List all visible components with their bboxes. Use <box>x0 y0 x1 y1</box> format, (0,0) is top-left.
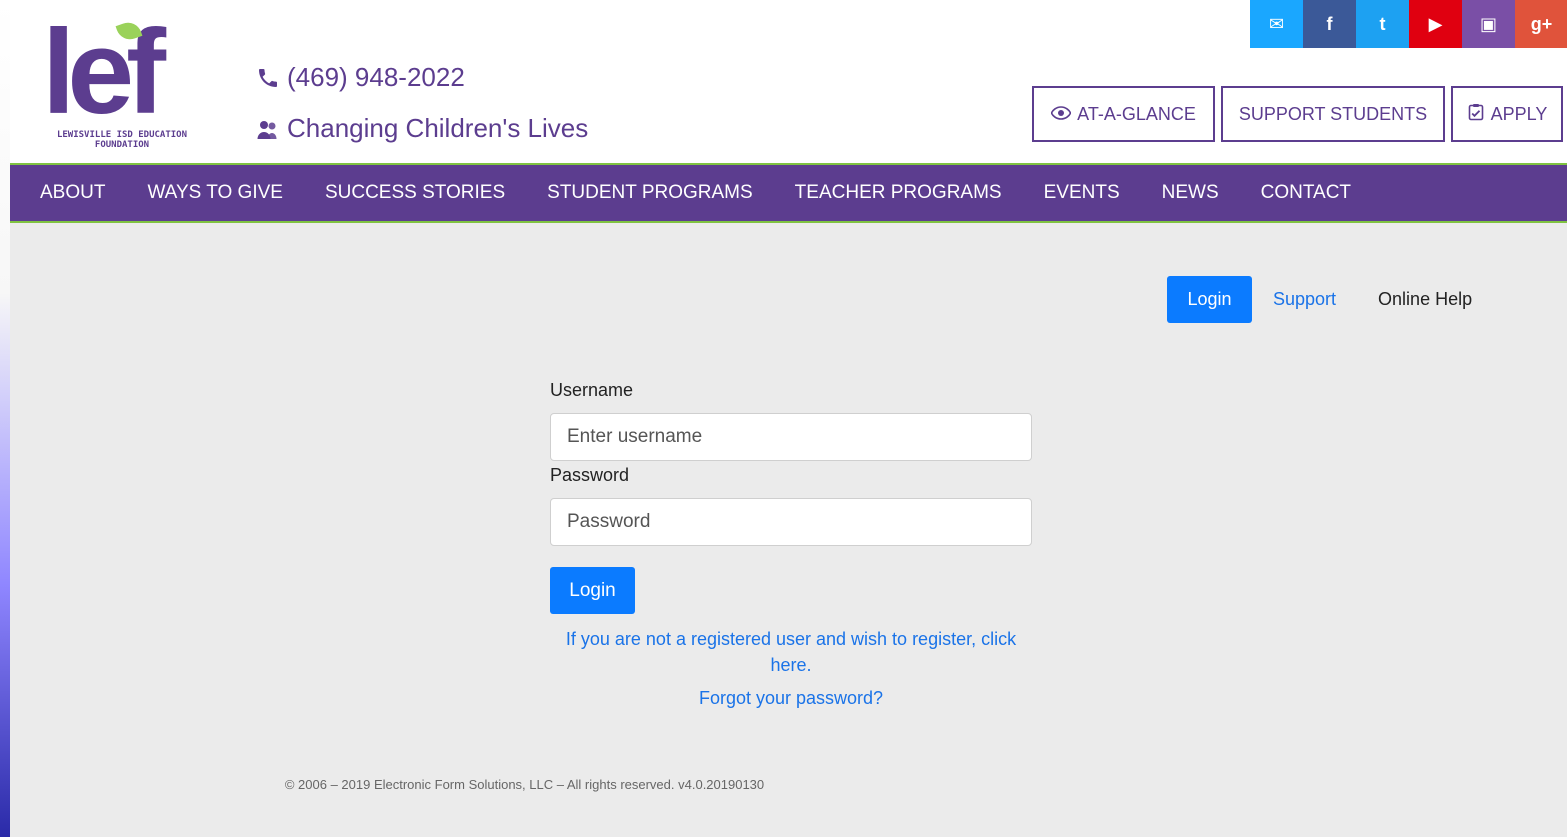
login-button[interactable]: Login <box>550 567 635 614</box>
apply-button[interactable]: APPLY <box>1451 86 1563 142</box>
forgot-password-link[interactable]: Forgot your password? <box>550 688 1032 709</box>
youtube-icon[interactable]: ▶ <box>1409 0 1462 48</box>
nav-teacher-programs[interactable]: TEACHER PROGRAMS <box>795 182 1002 204</box>
at-a-glance-button[interactable]: AT-A-GLANCE <box>1032 86 1215 142</box>
tagline: Changing Children's Lives <box>255 113 588 144</box>
nav-events[interactable]: EVENTS <box>1044 182 1120 204</box>
username-input[interactable] <box>550 413 1032 461</box>
phone-number: (469) 948-2022 <box>287 62 465 92</box>
clipboard-check-icon <box>1467 103 1485 126</box>
footer-copyright: © 2006 – 2019 Electronic Form Solutions,… <box>284 777 765 792</box>
online-help-link[interactable]: Online Help <box>1378 289 1472 310</box>
google-plus-icon[interactable]: g+ <box>1515 0 1567 48</box>
nav-about[interactable]: ABOUT <box>40 182 105 204</box>
people-icon <box>255 116 281 142</box>
apply-label: APPLY <box>1490 103 1548 124</box>
phone-line[interactable]: (469) 948-2022 <box>255 62 465 93</box>
main-nav: ABOUT WAYS TO GIVE SUCCESS STORIES STUDE… <box>10 163 1567 223</box>
register-link[interactable]: If you are not a registered user and wis… <box>550 626 1032 678</box>
logo[interactable]: lef LEWISVILLE ISD EDUCATION FOUNDATION <box>30 12 210 152</box>
eye-icon <box>1050 104 1072 125</box>
header: lef LEWISVILLE ISD EDUCATION FOUNDATION … <box>10 0 1567 163</box>
nav-contact[interactable]: CONTACT <box>1261 182 1351 204</box>
support-students-button[interactable]: SUPPORT STUDENTS <box>1221 86 1445 142</box>
at-a-glance-label: AT-A-GLANCE <box>1077 103 1196 124</box>
left-edge <box>0 0 10 837</box>
support-students-label: SUPPORT STUDENTS <box>1238 103 1428 124</box>
nav-ways-to-give[interactable]: WAYS TO GIVE <box>147 182 283 204</box>
email-icon[interactable]: ✉ <box>1250 0 1303 48</box>
twitter-icon[interactable]: t <box>1356 0 1409 48</box>
nav-student-programs[interactable]: STUDENT PROGRAMS <box>547 182 753 204</box>
header-cta-row: AT-A-GLANCE SUPPORT STUDENTS APPLY <box>1032 86 1563 142</box>
logo-subtitle: LEWISVILLE ISD EDUCATION FOUNDATION <box>56 130 188 150</box>
nav-success-stories[interactable]: SUCCESS STORIES <box>325 182 505 204</box>
password-label: Password <box>550 465 630 485</box>
nav-news[interactable]: NEWS <box>1162 182 1219 204</box>
tagline-text: Changing Children's Lives <box>287 113 589 143</box>
top-login-button[interactable]: Login <box>1167 276 1252 323</box>
username-label: Username <box>550 380 634 400</box>
top-links: Login Support Online Help <box>1167 276 1472 323</box>
page-frame: lef LEWISVILLE ISD EDUCATION FOUNDATION … <box>10 0 1567 837</box>
instagram-icon[interactable]: ▣ <box>1462 0 1515 48</box>
support-link[interactable]: Support <box>1273 289 1336 310</box>
password-input[interactable] <box>550 498 1032 546</box>
social-bar: ✉ f t ▶ ▣ g+ <box>1250 0 1567 48</box>
login-form: Username Password Login If you are not a… <box>550 380 1032 709</box>
phone-icon <box>255 65 281 91</box>
facebook-icon[interactable]: f <box>1303 0 1356 48</box>
